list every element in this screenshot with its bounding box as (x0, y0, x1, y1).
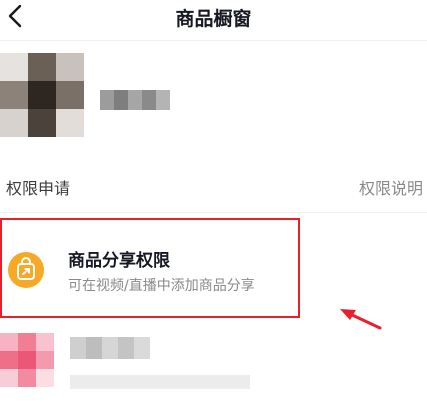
permission-title: 商品分享权限 (68, 251, 170, 271)
annotation-arrow-icon (336, 306, 384, 336)
product-share-permission-card[interactable]: 商品分享权限 可在视频/直播中添加商品分享 (0, 218, 300, 318)
nickname (100, 90, 170, 110)
avatar[interactable] (0, 53, 84, 137)
section-label: 权限申请 (6, 179, 71, 198)
nav-bar: 商品橱窗 (0, 0, 427, 40)
permission-description: 可在视频/直播中添加商品分享 (68, 278, 255, 294)
list-item[interactable] (0, 333, 300, 403)
permission-info-link[interactable]: 权限说明 (359, 175, 423, 199)
header-divider (0, 40, 427, 41)
section-divider (0, 212, 427, 213)
page-title: 商品橱窗 (175, 8, 252, 30)
shopping-bag-share-icon (8, 252, 44, 288)
